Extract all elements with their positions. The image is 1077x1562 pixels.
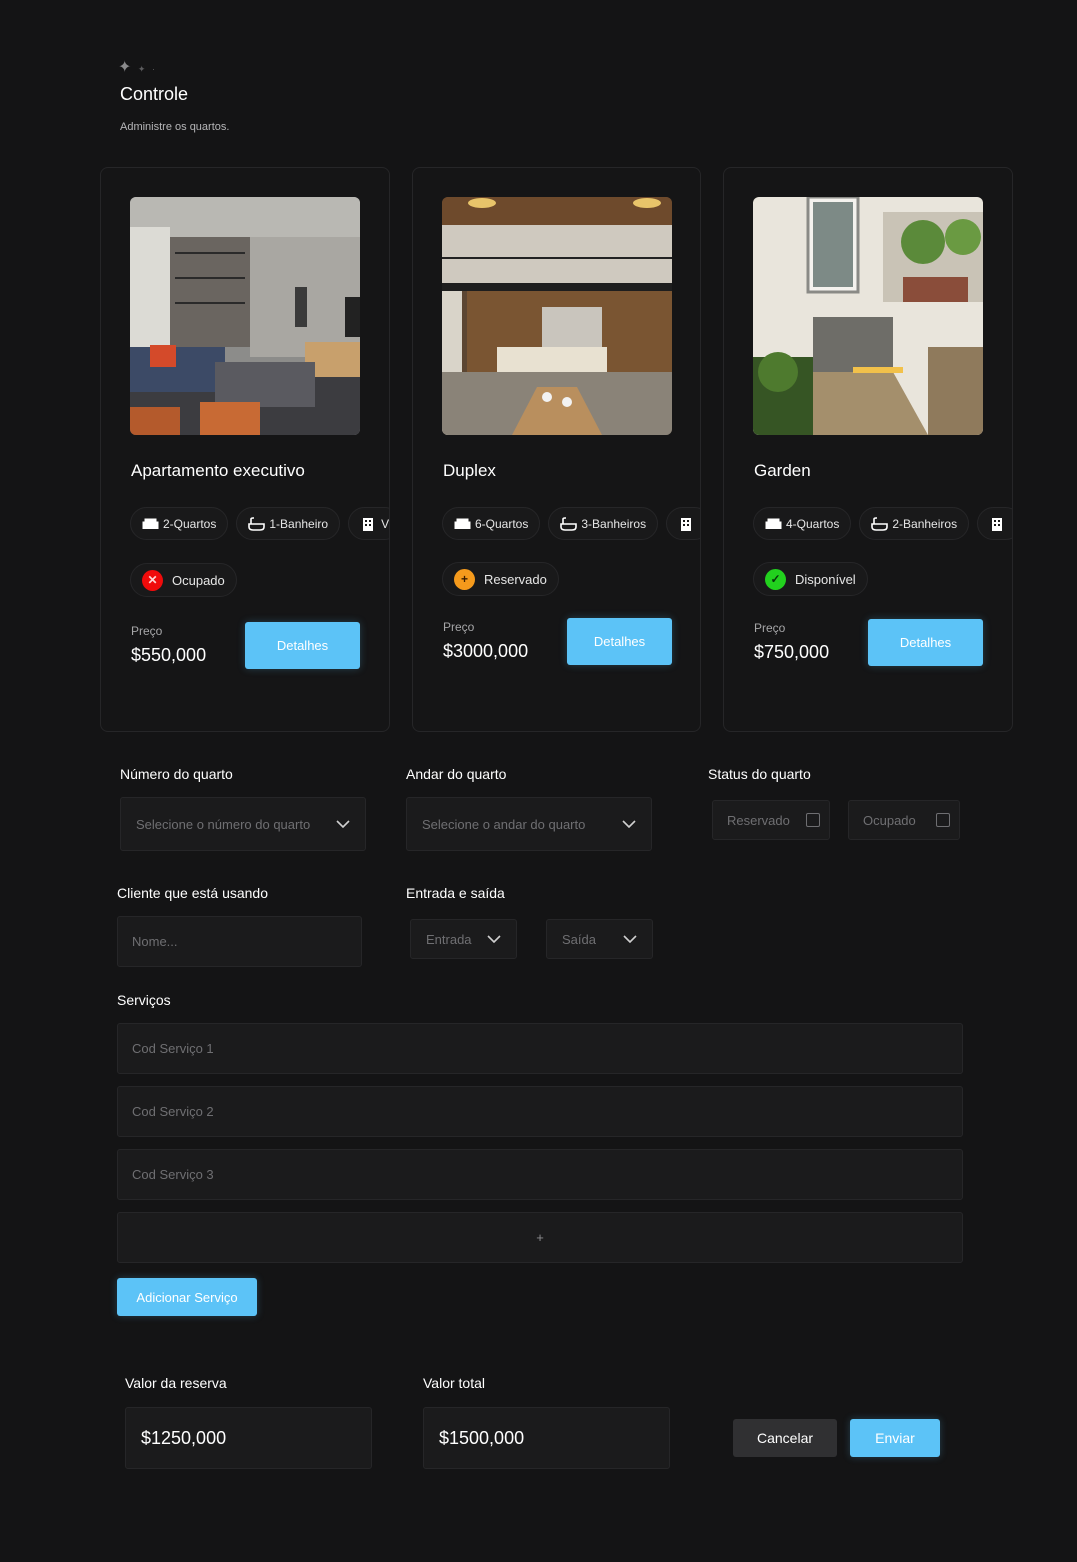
bed-icon [142, 518, 159, 529]
room-card-garden: Garden 4-Quartos 2-Banheiros ✓ Disponíve… [723, 167, 1013, 732]
building-icon [992, 517, 1003, 531]
cancel-button[interactable]: Cancelar [733, 1419, 837, 1457]
status-badge: ✕ Ocupado [130, 563, 237, 597]
bed-icon [765, 518, 782, 529]
add-service-row[interactable]: + [117, 1212, 963, 1263]
plus-circle-icon: + [454, 568, 475, 590]
bed-icon [454, 518, 471, 529]
bathrooms-chip: 2-Banheiros [859, 507, 970, 540]
checkbox-icon [806, 813, 820, 827]
price-value: $3000,000 [443, 641, 529, 661]
details-button[interactable]: Detalhes [567, 618, 672, 665]
exit-date-select[interactable]: Saída [546, 919, 653, 959]
page-title: Controle [120, 84, 189, 104]
status-badge: ✓ Disponível [753, 562, 868, 596]
building-icon [681, 517, 692, 531]
room-features: 4-Quartos 2-Banheiros [753, 507, 1012, 540]
entry-date-select[interactable]: Entrada [410, 919, 517, 959]
status-ocupado-checkbox[interactable]: Ocupado [848, 800, 960, 840]
total-value-field: $1500,000 [423, 1407, 670, 1469]
services-label: Serviços [117, 992, 171, 1008]
service-input-3[interactable]: Cod Serviço 3 [117, 1149, 963, 1200]
room-number-select[interactable]: Selecione o número do quarto [120, 797, 366, 851]
bathtub-icon [560, 516, 578, 531]
room-name: Duplex [443, 461, 496, 480]
room-number-label: Número do quarto [120, 766, 233, 782]
room-photo [442, 197, 672, 435]
room-features: 6-Quartos 3-Banheiros [442, 507, 700, 540]
building-icon [363, 517, 374, 531]
price-label: Preço [131, 624, 163, 638]
client-name-input[interactable]: Nome... [117, 916, 362, 967]
bathrooms-chip: 3-Banheiros [548, 507, 659, 540]
service-input-2[interactable]: Cod Serviço 2 [117, 1086, 963, 1137]
room-photo [753, 197, 983, 435]
chevron-down-icon [622, 820, 636, 828]
room-name: Garden [754, 461, 811, 480]
page-subtitle: Administre os quartos. [120, 121, 230, 133]
plus-icon: + [536, 1230, 544, 1245]
room-card-apartamento: Apartamento executivo 2-Quartos 1-Banhei… [100, 167, 390, 732]
price-label: Preço [754, 621, 786, 635]
details-button[interactable]: Detalhes [868, 619, 983, 666]
submit-button[interactable]: Enviar [850, 1419, 940, 1457]
room-card-duplex: Duplex 6-Quartos 3-Banheiros + Reservado… [412, 167, 701, 732]
reservation-value-field: $1250,000 [125, 1407, 372, 1469]
bathtub-icon [871, 516, 889, 531]
status-badge: + Reservado [442, 562, 559, 596]
price-value: $550,000 [131, 645, 207, 665]
room-photo [130, 197, 360, 435]
status-reservado-checkbox[interactable]: Reservado [712, 800, 830, 840]
bedrooms-chip: 6-Quartos [442, 507, 541, 540]
total-value-label: Valor total [423, 1375, 485, 1391]
price-label: Preço [443, 620, 475, 634]
sparkle-icon: ✦ ✦ · [118, 59, 157, 76]
bathtub-icon [248, 516, 266, 531]
reservation-value-label: Valor da reserva [125, 1375, 227, 1391]
client-label: Cliente que está usando [117, 885, 268, 901]
status-label: Status do quarto [708, 766, 811, 782]
building-chip [977, 507, 1012, 540]
building-chip [666, 507, 700, 540]
x-circle-icon: ✕ [142, 569, 163, 591]
building-chip: V [348, 507, 389, 540]
bedrooms-chip: 2-Quartos [130, 507, 229, 540]
room-name: Apartamento executivo [131, 461, 305, 480]
price-value: $750,000 [754, 642, 830, 662]
details-button[interactable]: Detalhes [245, 622, 360, 669]
add-service-button[interactable]: Adicionar Serviço [117, 1278, 257, 1316]
chevron-down-icon [487, 935, 501, 943]
chevron-down-icon [336, 820, 350, 828]
floor-select[interactable]: Selecione o andar do quarto [406, 797, 652, 851]
chevron-down-icon [623, 935, 637, 943]
bathrooms-chip: 1-Banheiro [236, 507, 341, 540]
bedrooms-chip: 4-Quartos [753, 507, 852, 540]
service-input-1[interactable]: Cod Serviço 1 [117, 1023, 963, 1074]
check-circle-icon: ✓ [765, 568, 786, 590]
dates-label: Entrada e saída [406, 885, 505, 901]
floor-label: Andar do quarto [406, 766, 507, 782]
room-features: 2-Quartos 1-Banheiro V [130, 507, 389, 540]
checkbox-icon [936, 813, 950, 827]
